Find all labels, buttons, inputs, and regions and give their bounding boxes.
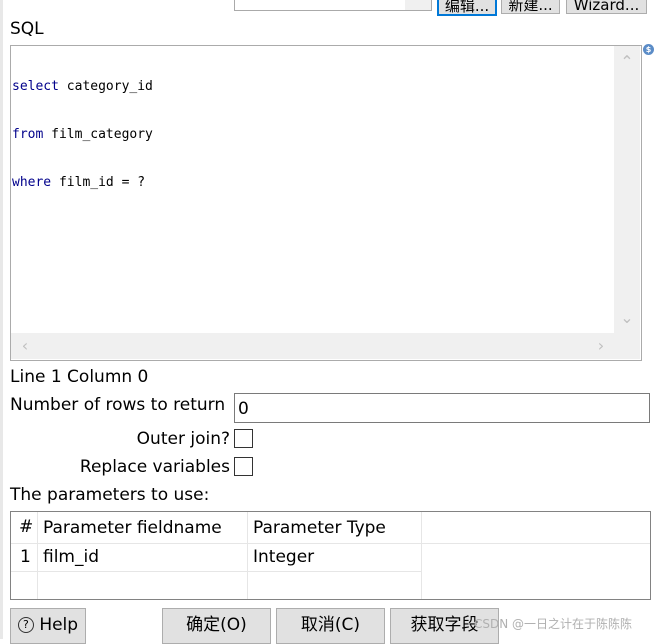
connection-field[interactable] xyxy=(234,0,406,11)
wizard-button[interactable]: Wizard... xyxy=(566,0,647,14)
parameter-type-cell[interactable]: Integer xyxy=(253,547,314,567)
column-header-fieldname[interactable]: Parameter fieldname xyxy=(43,518,222,538)
header-divider xyxy=(11,543,650,544)
parameters-label: The parameters to use: xyxy=(10,485,210,505)
column-divider xyxy=(37,512,38,599)
column-divider xyxy=(247,512,248,599)
dollar-icon[interactable]: $ xyxy=(643,44,654,55)
sql-code: film_category xyxy=(43,127,153,142)
sql-code: film_id = ? xyxy=(51,175,146,190)
new-connection-button[interactable]: 新建... xyxy=(501,0,560,14)
sql-line-2: from film_category xyxy=(12,127,153,143)
window-edge xyxy=(0,0,3,639)
help-label: Help xyxy=(39,615,79,635)
watermark: CSDN @一日之计在于陈陈陈 xyxy=(474,617,633,631)
scroll-up-icon[interactable]: ⌃ xyxy=(617,52,637,72)
sql-keyword: where xyxy=(12,175,52,190)
replace-variables-checkbox[interactable] xyxy=(234,457,253,476)
sql-label: SQL xyxy=(10,19,44,39)
scroll-down-icon[interactable]: ⌄ xyxy=(617,308,637,328)
edit-connection-button[interactable]: 编辑... xyxy=(437,0,497,16)
outer-join-label: Outer join? xyxy=(136,429,230,449)
rows-input[interactable]: 0 xyxy=(234,393,650,423)
column-divider xyxy=(421,512,422,599)
sql-code: category_id xyxy=(58,79,153,94)
row-divider xyxy=(11,571,421,572)
scroll-right-icon[interactable]: › xyxy=(591,336,611,356)
column-header-number[interactable]: # xyxy=(19,517,33,537)
rows-value: 0 xyxy=(238,399,249,419)
sql-line-3: where film_id = ? xyxy=(12,175,153,191)
sql-vertical-scrollbar[interactable]: ⌃ ⌄ xyxy=(614,46,640,333)
parameters-table[interactable]: # Parameter fieldname Parameter Type 1 f… xyxy=(10,511,651,600)
scroll-left-icon[interactable]: ‹ xyxy=(15,336,35,356)
outer-join-checkbox[interactable] xyxy=(234,429,253,448)
cursor-position: Line 1 Column 0 xyxy=(10,367,149,387)
sql-line-1: select category_id xyxy=(12,79,153,95)
replace-variables-label: Replace variables xyxy=(79,457,230,477)
parameter-fieldname-cell[interactable]: film_id xyxy=(43,547,99,567)
sql-keyword: from xyxy=(12,127,44,142)
sql-keyword: select xyxy=(12,79,59,94)
column-header-type[interactable]: Parameter Type xyxy=(253,518,386,538)
sql-horizontal-scrollbar[interactable]: ‹ › xyxy=(11,333,640,359)
rows-label: Number of rows to return xyxy=(10,395,226,415)
sql-text[interactable]: select category_id from film_category wh… xyxy=(12,47,153,207)
help-icon: ? xyxy=(17,617,34,633)
row-number: 1 xyxy=(20,547,31,567)
connection-dropdown[interactable] xyxy=(405,0,432,11)
